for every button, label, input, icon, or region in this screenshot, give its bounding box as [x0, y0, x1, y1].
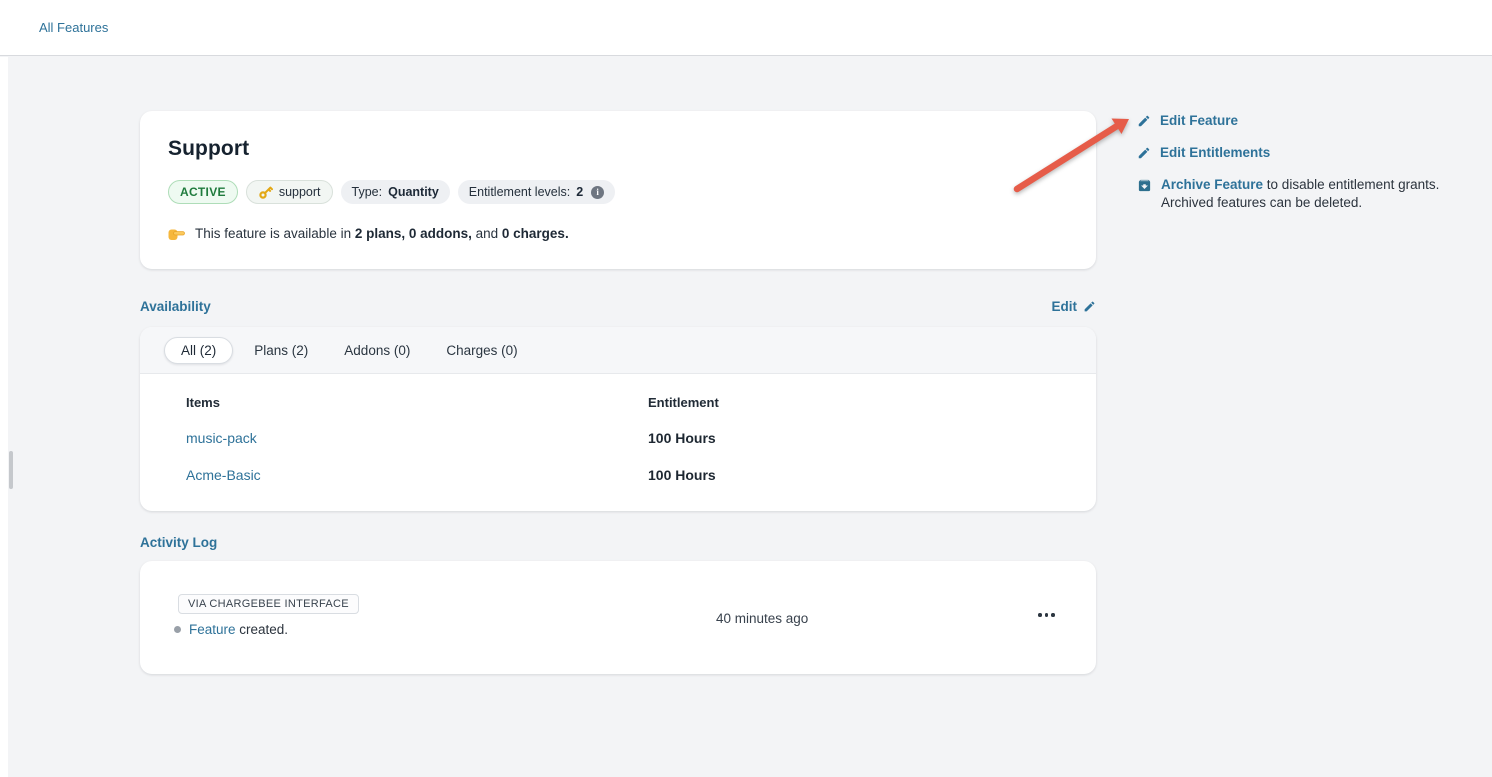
availability-edit-link[interactable]: Edit	[1052, 299, 1097, 314]
availability-card: All (2) Plans (2) Addons (0) Charges (0)…	[140, 327, 1096, 511]
timestamp: 40 minutes ago	[716, 611, 808, 626]
pencil-icon	[1137, 114, 1151, 128]
type-badge-prefix: Type:	[352, 185, 383, 199]
feature-id-label: support	[279, 185, 321, 199]
edit-feature-link[interactable]: Edit Feature	[1160, 112, 1238, 130]
badges-row: ACTIVE support Type: Quantity Entitlement…	[168, 180, 1068, 204]
status-badge: ACTIVE	[168, 180, 238, 204]
breadcrumb-all-features[interactable]: All Features	[39, 20, 108, 35]
pencil-icon	[1083, 300, 1096, 313]
availability-note: This feature is available in 2 plans, 0 …	[168, 226, 1068, 241]
archive-icon	[1137, 178, 1152, 193]
type-badge: Type: Quantity	[341, 180, 450, 204]
item-link-acme-basic[interactable]: Acme-Basic	[186, 467, 261, 483]
edit-entitlements-link[interactable]: Edit Entitlements	[1160, 144, 1270, 162]
page: All Features Support ACTIVE support Type…	[0, 0, 1492, 777]
pointing-right-icon	[168, 227, 185, 241]
ellipsis-icon	[1045, 613, 1049, 617]
availability-tabs: All (2) Plans (2) Addons (0) Charges (0)	[140, 327, 1096, 374]
entitlement-levels-label: Entitlement levels:	[469, 185, 570, 199]
edit-entitlements-action: Edit Entitlements	[1137, 144, 1477, 162]
availability-edit-label: Edit	[1052, 299, 1078, 314]
entitlement-value: 100 Hours	[648, 467, 716, 483]
top-bar: All Features	[0, 0, 1492, 56]
info-icon[interactable]: i	[591, 186, 604, 199]
archive-feature-action: Archive Feature to disable entitlement g…	[1137, 176, 1477, 212]
source-badge: VIA CHARGEBEE INTERFACE	[178, 594, 359, 614]
availability-heading: Availability	[140, 299, 211, 314]
tab-plans[interactable]: Plans (2)	[239, 337, 323, 364]
activity-entry: Feature created.	[174, 622, 288, 637]
bullet-dot-icon	[174, 626, 181, 633]
left-edge-strip	[0, 57, 8, 777]
page-title: Support	[168, 137, 1068, 161]
entitlement-levels-badge: Entitlement levels: 2 i	[458, 180, 615, 204]
activity-log-header: Activity Log	[140, 535, 1096, 550]
edit-feature-action: Edit Feature	[1137, 112, 1477, 130]
feature-id-badge: support	[246, 180, 333, 204]
archive-feature-text: Archive Feature to disable entitlement g…	[1161, 176, 1477, 212]
tab-all[interactable]: All (2)	[164, 337, 233, 364]
entitlement-value: 100 Hours	[648, 430, 716, 446]
entitlement-levels-value: 2	[576, 185, 583, 199]
ellipsis-icon	[1038, 613, 1042, 617]
column-header-entitlement: Entitlement	[648, 395, 719, 410]
more-options-button[interactable]	[1032, 607, 1061, 623]
activity-log-heading: Activity Log	[140, 535, 217, 550]
key-icon	[258, 185, 273, 200]
archive-feature-link[interactable]: Archive Feature	[1161, 177, 1263, 192]
activity-feature-link[interactable]: Feature	[189, 622, 236, 637]
item-link-music-pack[interactable]: music-pack	[186, 430, 257, 446]
activity-log-card: VIA CHARGEBEE INTERFACE Feature created.…	[140, 561, 1096, 674]
tab-charges[interactable]: Charges (0)	[431, 337, 532, 364]
pencil-icon	[1137, 146, 1151, 160]
availability-header: Availability Edit	[140, 299, 1096, 314]
availability-note-text: This feature is available in 2 plans, 0 …	[195, 226, 569, 241]
feature-card: Support ACTIVE support Type: Quantity Ent…	[140, 111, 1096, 269]
type-badge-value: Quantity	[388, 185, 439, 199]
column-header-items: Items	[186, 395, 220, 410]
activity-entry-text: Feature created.	[189, 622, 288, 637]
tab-addons[interactable]: Addons (0)	[329, 337, 425, 364]
sidebar-resize-handle[interactable]	[9, 451, 13, 489]
actions-panel: Edit Feature Edit Entitlements Archive F…	[1137, 112, 1477, 226]
ellipsis-icon	[1051, 613, 1055, 617]
